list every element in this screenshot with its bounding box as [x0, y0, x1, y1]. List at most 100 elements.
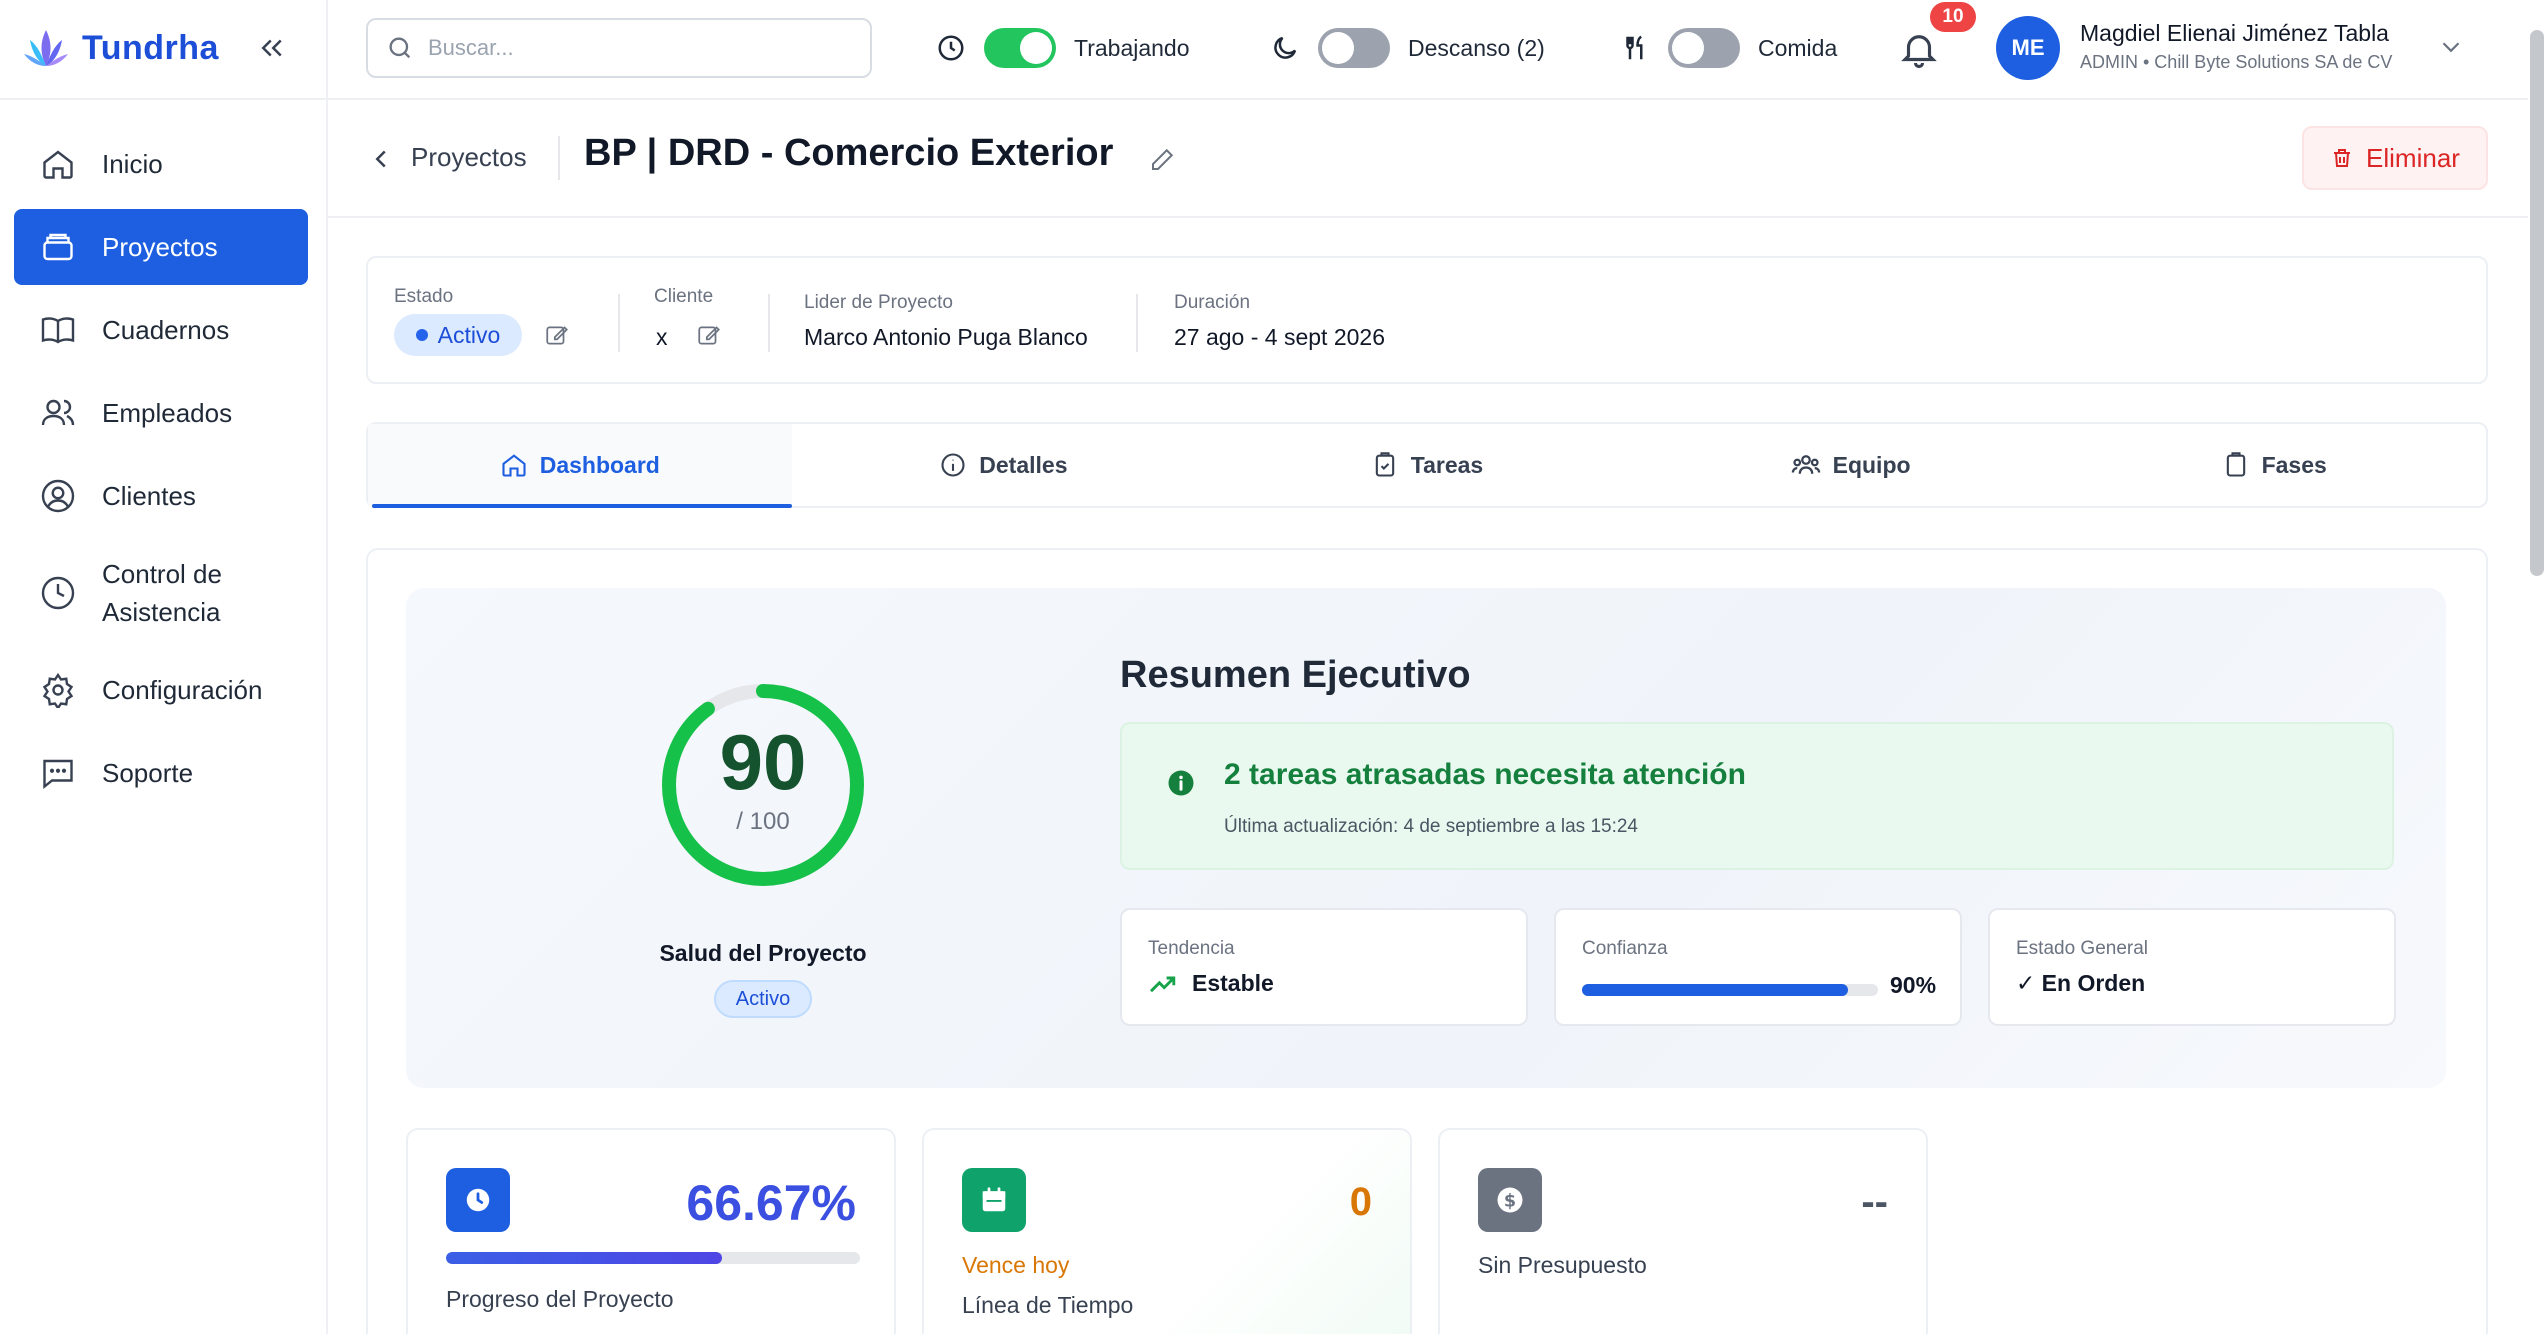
duracion-value: 27 ago - 4 sept 2026	[1174, 324, 1385, 350]
info-divider	[1136, 294, 1138, 352]
budget-kpi-card: $ -- Sin Presupuesto	[1438, 1128, 1928, 1334]
search-box[interactable]	[366, 18, 872, 78]
overdue-tasks-alert: 2 tareas atrasadas necesita atención Últ…	[1120, 722, 2394, 870]
page-scrollbar[interactable]	[2530, 30, 2544, 576]
collapse-sidebar-button[interactable]	[254, 30, 290, 66]
page-title: BP | DRD - Comercio Exterior	[584, 132, 1114, 174]
search-input[interactable]	[428, 35, 848, 61]
folder-icon	[43, 233, 73, 261]
sidebar-item-empleados[interactable]: Empleados	[14, 375, 308, 451]
chat-icon	[43, 759, 73, 789]
tab-label: Detalles	[979, 451, 1068, 478]
clock-icon	[466, 1188, 490, 1212]
sidebar-item-label: Configuración	[102, 675, 263, 705]
confidence-progress-bar	[1582, 984, 1878, 996]
project-tabs: Dashboard Detalles Tareas Equipo Fases	[366, 422, 2488, 508]
budget-value: --	[1861, 1180, 1888, 1224]
svg-text:$: $	[1504, 1191, 1516, 1211]
bell-icon[interactable]	[1898, 28, 1940, 70]
tab-label: Equipo	[1832, 451, 1911, 478]
breadcrumb-proyectos[interactable]: Proyectos	[411, 142, 527, 173]
status-dot	[415, 329, 428, 341]
health-score: 90	[719, 718, 807, 806]
sidebar-item-label: Empleados	[102, 398, 233, 428]
sidebar-item-proyectos[interactable]: Proyectos	[14, 209, 308, 285]
user-avatar[interactable]: ME	[1996, 16, 2060, 80]
home-icon	[502, 454, 526, 477]
sidebar-item-clientes[interactable]: Clientes	[14, 458, 308, 534]
edit-estado-icon[interactable]	[544, 322, 570, 348]
tab-fases[interactable]: Fases	[2062, 424, 2486, 506]
user-role-company: ADMIN • Chill Byte Solutions SA de CV	[2080, 52, 2393, 72]
sidebar-item-label: Soporte	[102, 758, 194, 788]
estado-status-badge: Activo	[394, 314, 522, 356]
kpi-icon-box: $	[1478, 1168, 1542, 1232]
sidebar-item-cuadernos[interactable]: Cuadernos	[14, 292, 308, 368]
sidebar-item-soporte[interactable]: Soporte	[14, 735, 308, 811]
clock-icon	[41, 576, 75, 610]
meal-label: Comida	[1758, 34, 1838, 61]
confidence-card: Confianza 90%	[1554, 908, 1962, 1026]
tab-detalles[interactable]: Detalles	[792, 424, 1216, 506]
sidebar-item-inicio[interactable]: Inicio	[14, 126, 308, 202]
chevrons-left-icon	[261, 39, 282, 57]
tab-equipo[interactable]: Equipo	[1639, 424, 2063, 506]
general-status-value: ✓ En Orden	[2016, 970, 2146, 996]
tab-label: Tareas	[1410, 451, 1484, 478]
calendar-icon	[982, 1187, 1006, 1212]
project-progress-fill	[446, 1252, 722, 1264]
cliente-value: x	[656, 324, 668, 350]
trend-value: Estable	[1192, 970, 1274, 996]
confidence-label: Confianza	[1582, 938, 1668, 959]
user-circle-icon	[41, 479, 75, 513]
team-icon	[1791, 455, 1820, 474]
general-status-label: Estado General	[2016, 938, 2149, 959]
working-toggle[interactable]	[984, 28, 1056, 68]
lider-label: Lider de Proyecto	[804, 292, 953, 313]
trending-up-icon	[1149, 976, 1176, 992]
info-divider	[768, 294, 770, 352]
notification-count-badge: 10	[1930, 2, 1976, 32]
health-label: Salud del Proyecto	[659, 940, 867, 966]
delete-button[interactable]: Eliminar	[2302, 126, 2488, 190]
moon-icon	[1274, 36, 1297, 59]
brand[interactable]: Tundrha	[20, 22, 219, 74]
gear-icon	[42, 672, 74, 708]
utensils-icon	[1626, 35, 1643, 60]
sidebar-item-label: Control de Asistencia	[102, 559, 222, 627]
duracion-label: Duración	[1174, 292, 1251, 313]
meal-toggle[interactable]	[1668, 28, 1740, 68]
back-arrow-icon[interactable]	[366, 144, 396, 174]
sidebar-item-label: Cuadernos	[102, 315, 230, 345]
sidebar-item-control-asistencia[interactable]: Control de Asistencia	[14, 541, 308, 645]
sidebar-divider	[0, 98, 328, 100]
dollar-coin-icon: $	[1497, 1187, 1523, 1213]
sidebar-item-label: Proyectos	[102, 232, 218, 262]
clipboard-check-icon	[1375, 452, 1394, 477]
break-status: Descanso (2)	[1270, 26, 1545, 70]
edit-icon[interactable]	[1148, 144, 1178, 174]
home-icon	[43, 150, 73, 179]
progress-label: Progreso del Proyecto	[446, 1286, 674, 1312]
budget-label: Sin Presupuesto	[1478, 1252, 1647, 1278]
sidebar-item-label: Clientes	[102, 481, 196, 511]
edit-cliente-icon[interactable]	[696, 322, 722, 348]
timeline-kpi-card: 0 Vence hoy Línea de Tiempo	[922, 1128, 1412, 1334]
general-status-card: Estado General ✓ En Orden	[1988, 908, 2396, 1026]
tab-label: Fases	[2261, 451, 2327, 478]
chevron-down-icon[interactable]	[2436, 32, 2466, 62]
sidebar-item-label: Inicio	[102, 149, 163, 179]
alert-last-update: Última actualización: 4 de septiembre a …	[1224, 816, 1639, 837]
estado-label: Estado	[394, 286, 454, 307]
tab-dashboard[interactable]: Dashboard	[368, 424, 792, 508]
progress-kpi-card: 66.67% Progreso del Proyecto	[406, 1128, 896, 1334]
info-icon	[1168, 770, 1194, 796]
break-label: Descanso (2)	[1408, 34, 1545, 61]
break-toggle[interactable]	[1318, 28, 1390, 68]
sidebar-item-configuracion[interactable]: Configuración	[14, 652, 308, 728]
tab-tareas[interactable]: Tareas	[1215, 424, 1639, 506]
tundrha-logo-icon	[24, 30, 68, 66]
lider-value: Marco Antonio Puga Blanco	[804, 324, 1088, 350]
confidence-progress-fill	[1582, 984, 1849, 996]
sidebar: Tundrha Inicio Proyectos Cuadernos Emple…	[0, 0, 328, 1334]
